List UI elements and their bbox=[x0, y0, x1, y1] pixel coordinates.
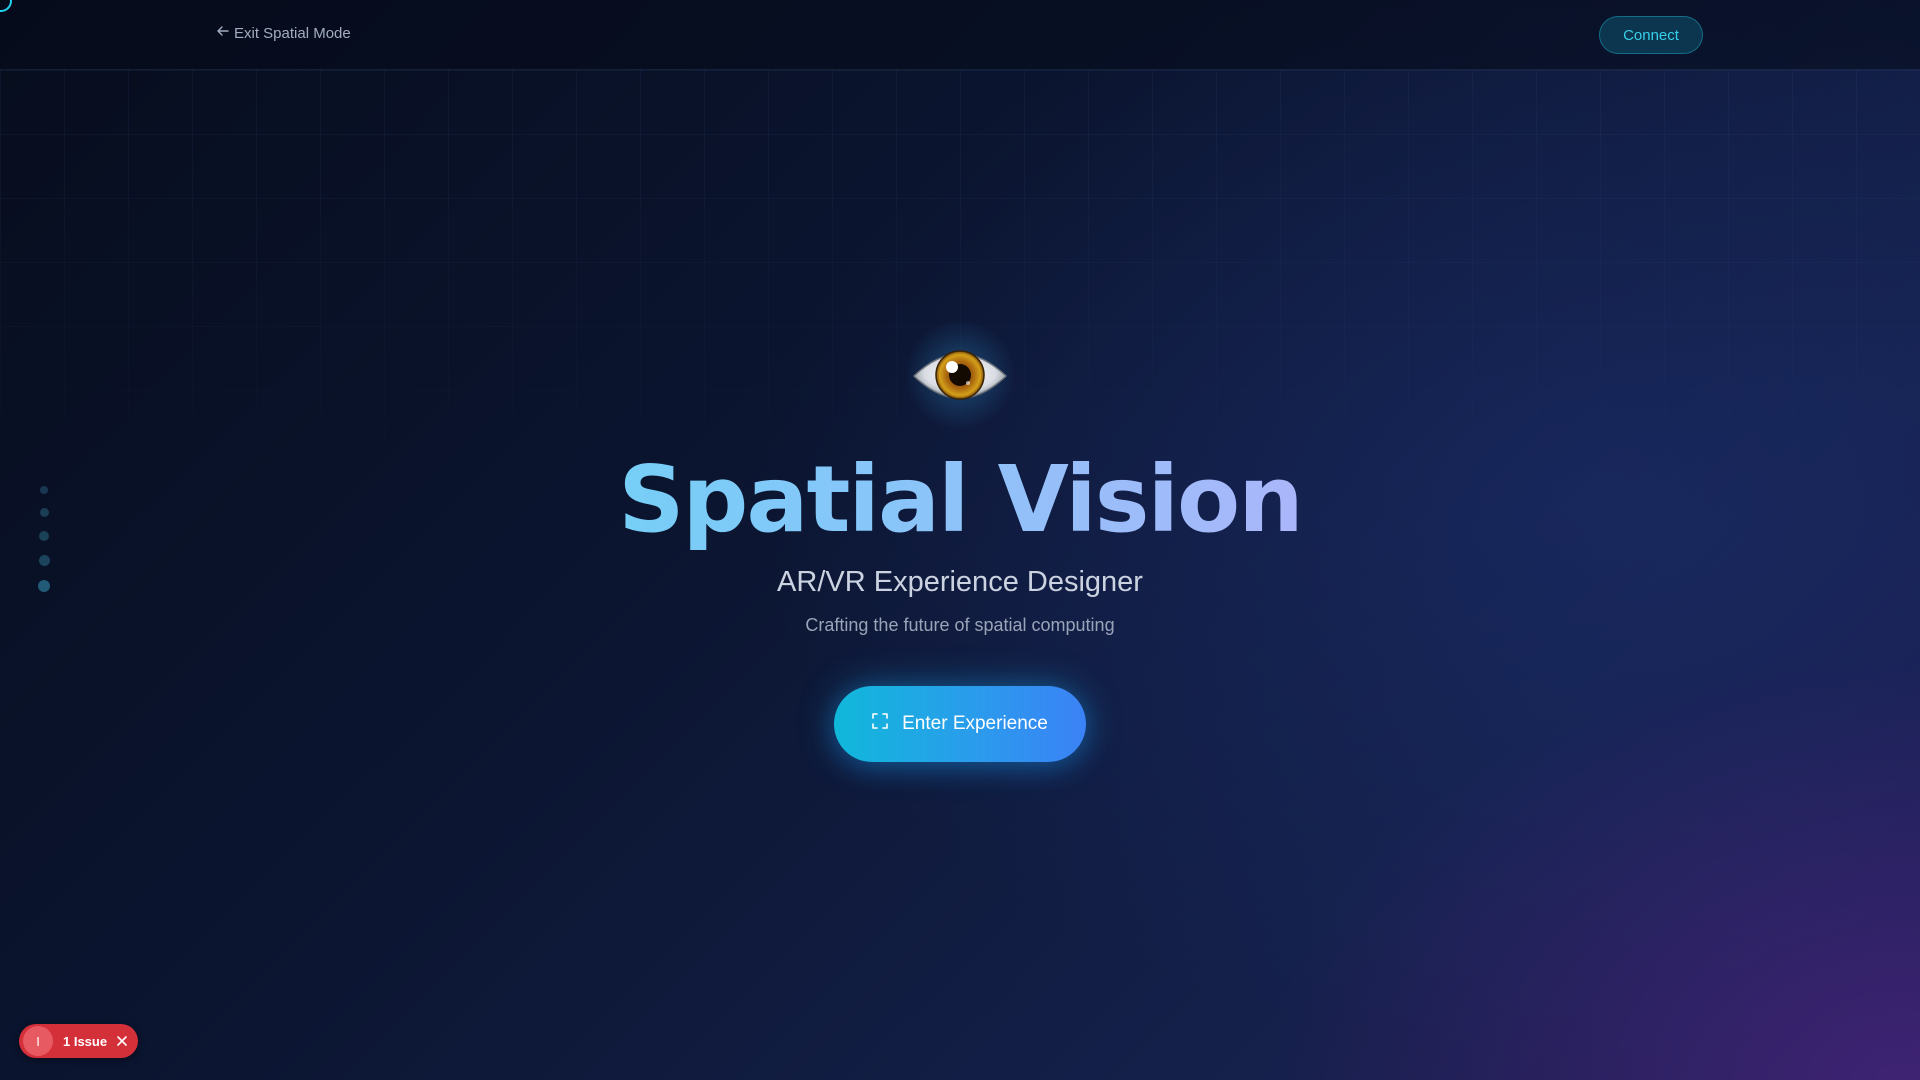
hero-title: Spatial Vision bbox=[0, 448, 1920, 552]
expand-icon bbox=[872, 713, 888, 735]
hero-tagline: Crafting the future of spatial computing bbox=[805, 615, 1115, 635]
issue-indicator: I bbox=[23, 1026, 53, 1056]
eye-icon bbox=[912, 350, 1008, 400]
hero-subtitle: AR/VR Experience Designer bbox=[777, 566, 1143, 598]
enter-experience-button[interactable]: Enter Experience bbox=[834, 686, 1086, 762]
exit-spatial-mode-link[interactable]: Exit Spatial Mode bbox=[216, 24, 351, 42]
hero-section: Spatial Vision AR/VR Experience Designer… bbox=[0, 315, 1920, 762]
top-bar: Exit Spatial Mode Connect bbox=[0, 0, 1920, 70]
connect-button[interactable]: Connect bbox=[1599, 16, 1703, 54]
connect-button-label: Connect bbox=[1623, 26, 1679, 44]
issue-indicator-letter: I bbox=[36, 1033, 40, 1049]
issue-count-label: 1 Issue bbox=[63, 1033, 108, 1049]
corner-ring-indicator bbox=[0, 0, 12, 12]
exit-spatial-mode-label: Exit Spatial Mode bbox=[234, 24, 351, 42]
arrow-left-icon bbox=[216, 24, 230, 42]
enter-experience-label: Enter Experience bbox=[902, 713, 1048, 734]
issues-badge[interactable]: I 1 Issue bbox=[19, 1024, 138, 1058]
close-icon[interactable] bbox=[115, 1034, 129, 1048]
eye-icon-container bbox=[900, 315, 1020, 435]
